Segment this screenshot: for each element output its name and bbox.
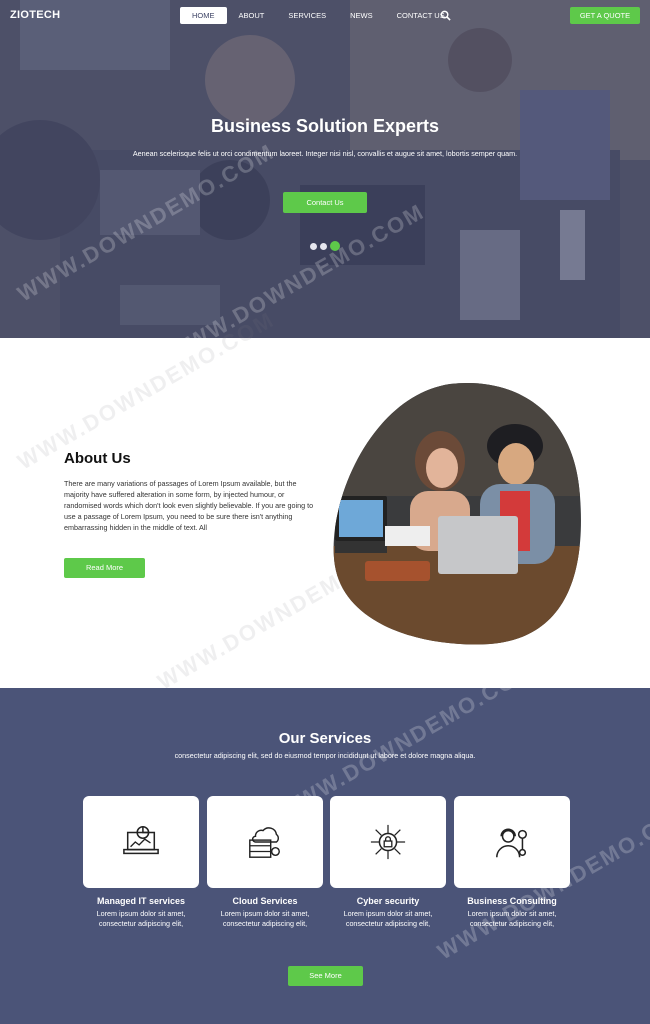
nav-item-about[interactable]: ABOUT: [227, 7, 277, 24]
slider-dot-2[interactable]: [320, 242, 327, 250]
slider-dot-3[interactable]: [330, 241, 340, 251]
slider-dots: [310, 241, 340, 251]
nav-menu: HOME ABOUT SERVICES NEWS CONTACT US: [180, 7, 457, 24]
service-name: Cyber security: [356, 896, 420, 906]
service-desc: Lorem ipsum dolor sit amet, consectetur …: [96, 909, 186, 928]
services-subtitle: consectetur adipiscing elit, sed do eius…: [174, 751, 476, 760]
service-name: Business Consulting: [467, 896, 557, 906]
service-name: Managed IT services: [96, 896, 186, 906]
cloud-server-icon: [249, 827, 280, 858]
service-desc: Lorem ipsum dolor sit amet, consectetur …: [343, 909, 433, 928]
nav-item-home[interactable]: HOME: [180, 7, 227, 24]
service-card[interactable]: Cyber security Lorem ipsum dolor sit ame…: [330, 796, 446, 929]
service-icon-box: [207, 796, 323, 888]
about-team-image: [333, 382, 581, 645]
service-desc: Lorem ipsum dolor sit amet, consectetur …: [467, 909, 557, 928]
brand-logo[interactable]: ZIOTECH: [10, 9, 60, 21]
laptop-chart-icon: [123, 826, 159, 855]
about-section: WWW.DOWNDEMO.COM WWW.DOWNDEMO.COM About …: [0, 307, 650, 694]
about-text: There are many variations of passages of…: [64, 479, 314, 532]
hero-subtitle: Aenean scelerisque felis ut orci condime…: [132, 149, 518, 158]
service-icon-box: [83, 796, 199, 888]
about-title: About Us: [64, 450, 131, 467]
nav-item-news[interactable]: NEWS: [338, 7, 385, 24]
contact-us-button[interactable]: Contact Us: [283, 192, 367, 213]
see-more-button[interactable]: See More: [288, 966, 363, 986]
slider-dot-1[interactable]: [310, 242, 317, 250]
service-card[interactable]: Managed IT services Lorem ipsum dolor si…: [83, 796, 199, 929]
hero-overlay: [0, 0, 650, 338]
service-card[interactable]: Cloud Services Lorem ipsum dolor sit ame…: [207, 796, 323, 929]
hero-title: Business Solution Experts: [210, 116, 440, 136]
service-icon-box: [454, 796, 570, 888]
search-icon[interactable]: [440, 10, 451, 21]
get-quote-button[interactable]: GET A QUOTE: [570, 7, 640, 24]
hero-section: WWW.DOWNDEMO.COM WWW.DOWNDEMO.COM ZIOTEC…: [0, 0, 650, 338]
read-more-button[interactable]: Read More: [64, 558, 145, 578]
consultant-gear-icon: [496, 828, 528, 858]
service-card[interactable]: Business Consulting Lorem ipsum dolor si…: [454, 796, 570, 929]
service-name: Cloud Services: [232, 896, 298, 906]
services-title: Our Services: [278, 730, 372, 747]
services-section: WWW.DOWNDEMO.COM WWW.DOWNDEMO.COM Our Se…: [0, 657, 650, 1024]
service-icon-box: [330, 796, 446, 888]
top-navigation: ZIOTECH HOME ABOUT SERVICES NEWS CONTACT…: [0, 0, 650, 32]
service-desc: Lorem ipsum dolor sit amet, consectetur …: [220, 909, 310, 928]
nav-item-services[interactable]: SERVICES: [276, 7, 338, 24]
chip-lock-icon: [370, 824, 406, 860]
